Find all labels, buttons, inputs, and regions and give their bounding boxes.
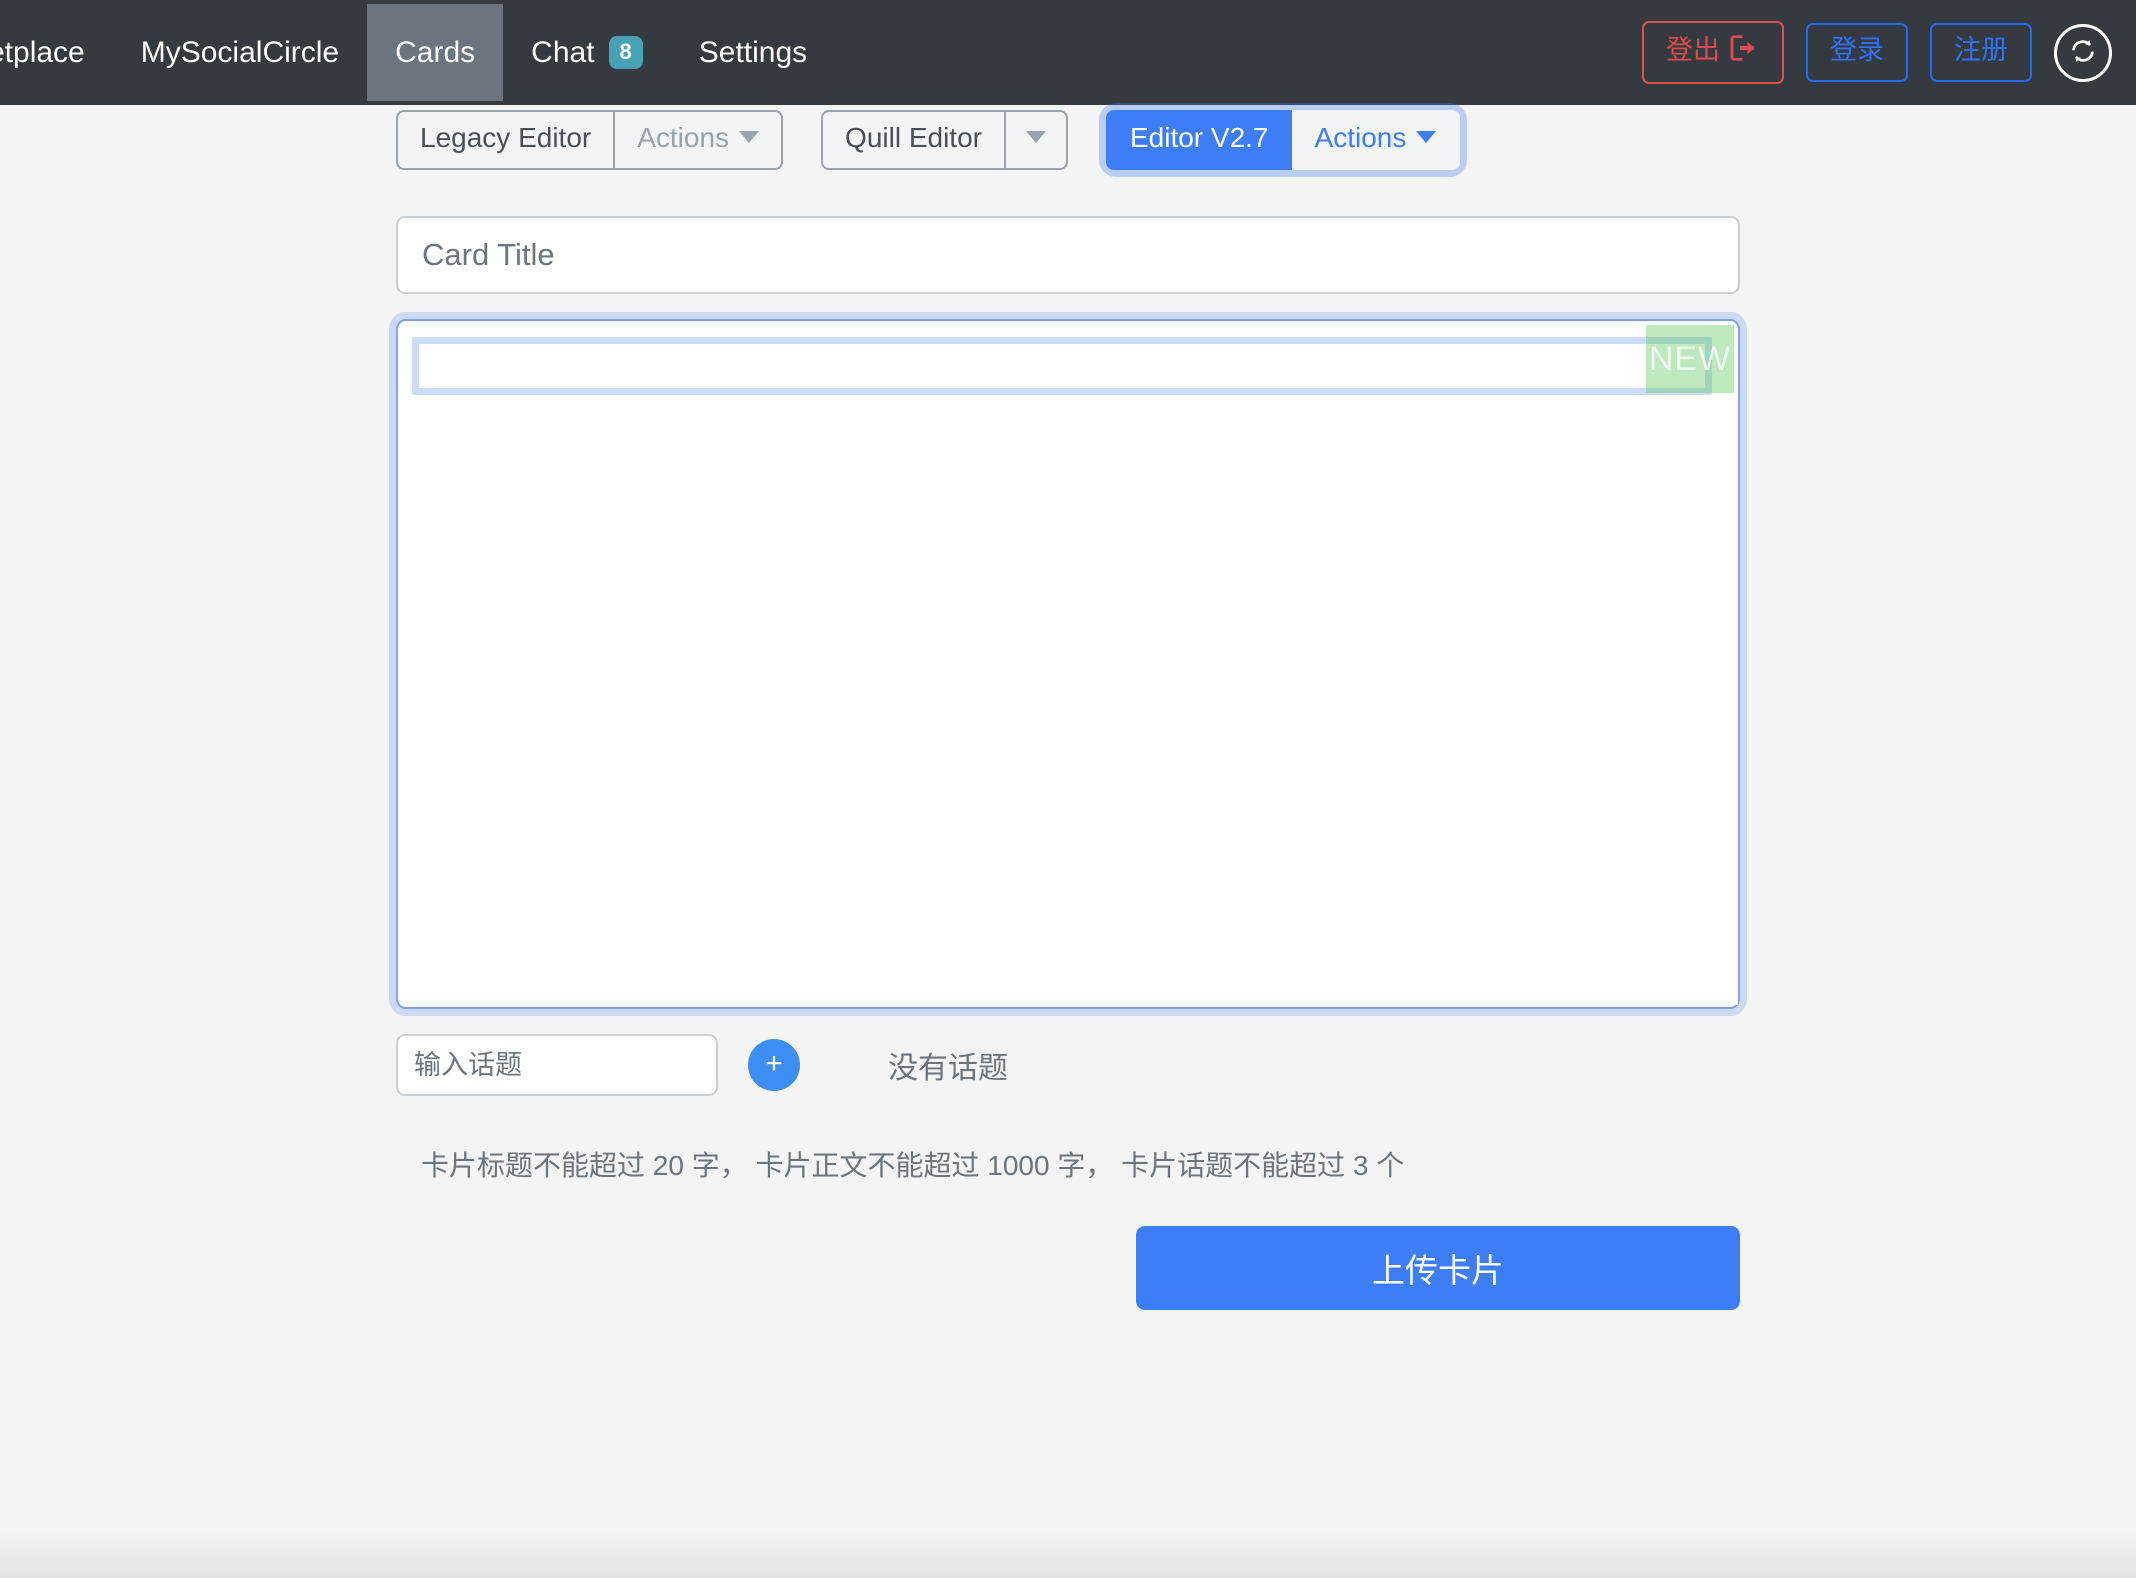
editor-content-area[interactable]	[400, 401, 1738, 1005]
quill-editor-group: Quill Editor	[821, 110, 1068, 170]
legacy-editor-button[interactable]: Legacy Editor	[396, 110, 615, 170]
legacy-editor-label: Legacy Editor	[420, 122, 592, 153]
quill-editor-button[interactable]: Quill Editor	[821, 110, 1005, 170]
quill-editor-label: Quill Editor	[845, 122, 982, 153]
signup-button[interactable]: 注册	[1930, 23, 2032, 82]
chat-unread-badge: 8	[608, 35, 643, 70]
add-topic-button[interactable]: +	[748, 1039, 800, 1091]
nav-item-marketplace[interactable]: ketplace	[0, 16, 113, 89]
nav-item-label: ketplace	[0, 36, 85, 69]
sign-out-icon	[1730, 34, 1760, 69]
nav-item-mysocialcircle[interactable]: MySocialCircle	[113, 16, 367, 89]
form-hint-text: 卡片标题不能超过 20 字， 卡片正文不能超过 1000 字， 卡片话题不能超过…	[421, 1150, 1405, 1181]
refresh-icon	[2068, 36, 2098, 69]
nav-item-label: MySocialCircle	[140, 36, 340, 69]
logout-button[interactable]: 登出	[1642, 20, 1784, 85]
plus-icon: +	[765, 1047, 783, 1080]
logout-button-label: 登出	[1666, 35, 1720, 66]
editor-v27-actions-dropdown[interactable]: Actions	[1291, 110, 1461, 170]
page-bottom-shadow	[0, 1532, 2136, 1578]
login-button[interactable]: 登录	[1806, 23, 1908, 82]
page-body: Legacy Editor Actions Quill Editor Edito…	[0, 105, 2136, 1578]
editor-v27-button[interactable]: Editor V2.7	[1105, 110, 1292, 170]
nav-item-settings[interactable]: Settings	[671, 16, 835, 89]
refresh-button[interactable]	[2054, 23, 2112, 82]
chevron-down-icon	[739, 131, 760, 144]
chevron-down-icon	[1025, 131, 1046, 144]
no-topic-text: 没有话题	[888, 1052, 1008, 1085]
signup-button-label: 注册	[1954, 35, 2008, 66]
card-body-editor[interactable]: NEW	[396, 319, 1740, 1009]
editor-toolbar: Legacy Editor Actions Quill Editor Edito…	[396, 105, 1740, 173]
nav-item-label: Chat	[531, 35, 595, 69]
nav-account-actions: 登出 登录 注册	[1642, 0, 2112, 105]
topic-input[interactable]	[396, 1034, 718, 1096]
login-button-label: 登录	[1830, 35, 1884, 66]
chevron-down-icon	[1416, 131, 1437, 144]
upload-card-button[interactable]: 上传卡片	[1136, 1226, 1740, 1310]
legacy-editor-actions-label: Actions	[637, 122, 730, 153]
nav-links: ketplace MySocialCircle Cards Chat 8 Set…	[0, 0, 835, 105]
editor-v27-label: Editor V2.7	[1129, 122, 1269, 153]
nav-item-label: Cards	[395, 36, 476, 69]
card-title-input[interactable]	[396, 216, 1740, 294]
legacy-editor-actions-dropdown[interactable]: Actions	[614, 110, 784, 170]
topic-row: + 没有话题	[396, 1034, 1740, 1096]
legacy-editor-group: Legacy Editor Actions	[396, 110, 784, 170]
quill-editor-actions-dropdown[interactable]	[1004, 110, 1068, 170]
nav-item-cards[interactable]: Cards	[367, 4, 504, 101]
editor-v27-actions-label: Actions	[1314, 122, 1407, 153]
nav-item-label: Settings	[698, 36, 808, 69]
editor-format-toolbar[interactable]	[412, 337, 1712, 395]
top-navbar: ketplace MySocialCircle Cards Chat 8 Set…	[0, 0, 2136, 105]
editor-v27-group: Editor V2.7 Actions	[1105, 110, 1461, 170]
nav-item-chat[interactable]: Chat 8	[503, 16, 671, 89]
card-composer: Legacy Editor Actions Quill Editor Edito…	[396, 105, 1740, 1310]
upload-actions: 上传卡片	[396, 1226, 1740, 1310]
